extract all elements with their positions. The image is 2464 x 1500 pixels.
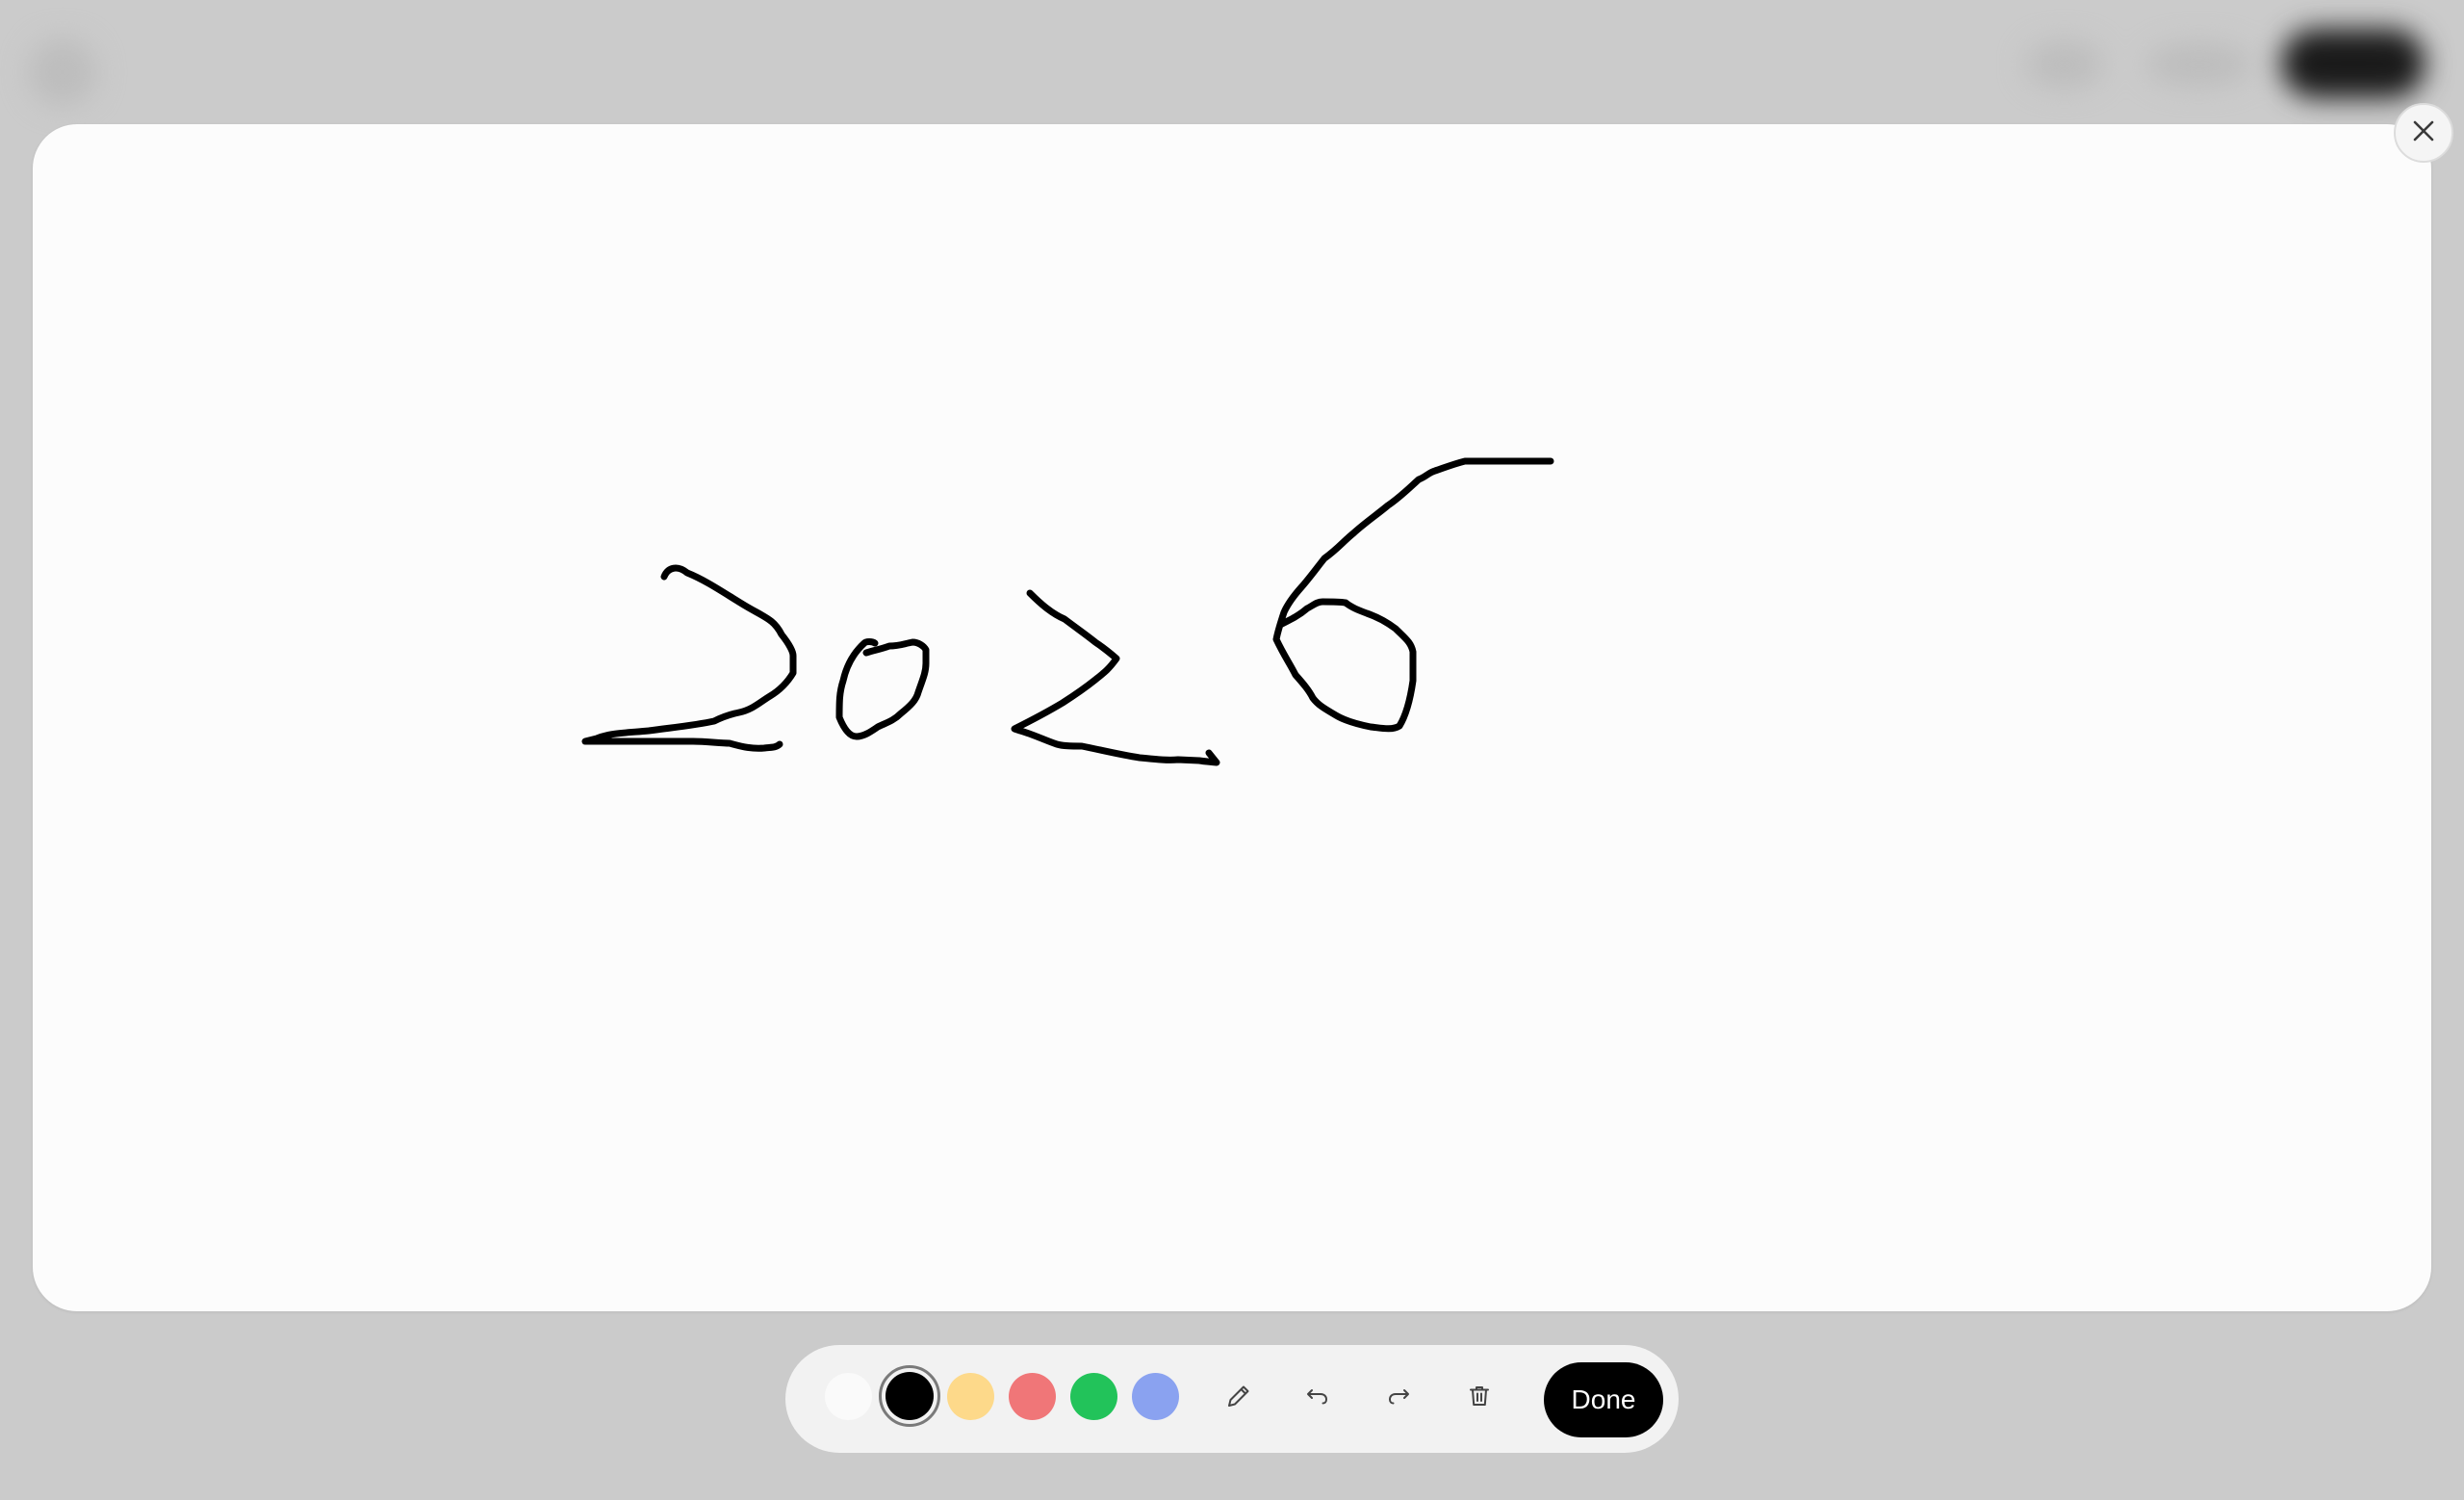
redo-icon	[1384, 1382, 1413, 1415]
done-button[interactable]: Done	[1544, 1362, 1663, 1437]
ink-stroke	[835, 638, 930, 740]
drawing-screen: Done	[0, 0, 2464, 1500]
color-swatch-green[interactable]	[1070, 1373, 1117, 1420]
drawing-canvas[interactable]	[33, 124, 2431, 1311]
redo-button[interactable]	[1374, 1374, 1423, 1422]
color-swatch-blue[interactable]	[1132, 1373, 1179, 1420]
color-swatch-yellow[interactable]	[947, 1373, 994, 1420]
pen-tool-button[interactable]	[1215, 1374, 1263, 1422]
pencil-icon	[1224, 1382, 1253, 1415]
ink-stroke	[1272, 457, 1554, 733]
drawing-strokes	[581, 457, 1554, 766]
trash-icon	[1465, 1382, 1494, 1415]
color-swatch-black[interactable]	[879, 1365, 940, 1427]
close-icon	[2411, 118, 2436, 148]
close-button[interactable]	[2394, 103, 2453, 163]
color-swatch-red[interactable]	[1009, 1373, 1056, 1420]
undo-icon	[1303, 1382, 1332, 1415]
ink-stroke	[581, 564, 797, 752]
undo-button[interactable]	[1294, 1374, 1342, 1422]
ink-stroke	[1011, 589, 1220, 766]
background-header	[0, 0, 2464, 123]
clear-button[interactable]	[1455, 1374, 1503, 1422]
drawing-toolbar: Done	[785, 1345, 1679, 1453]
color-swatch-white[interactable]	[825, 1373, 872, 1420]
